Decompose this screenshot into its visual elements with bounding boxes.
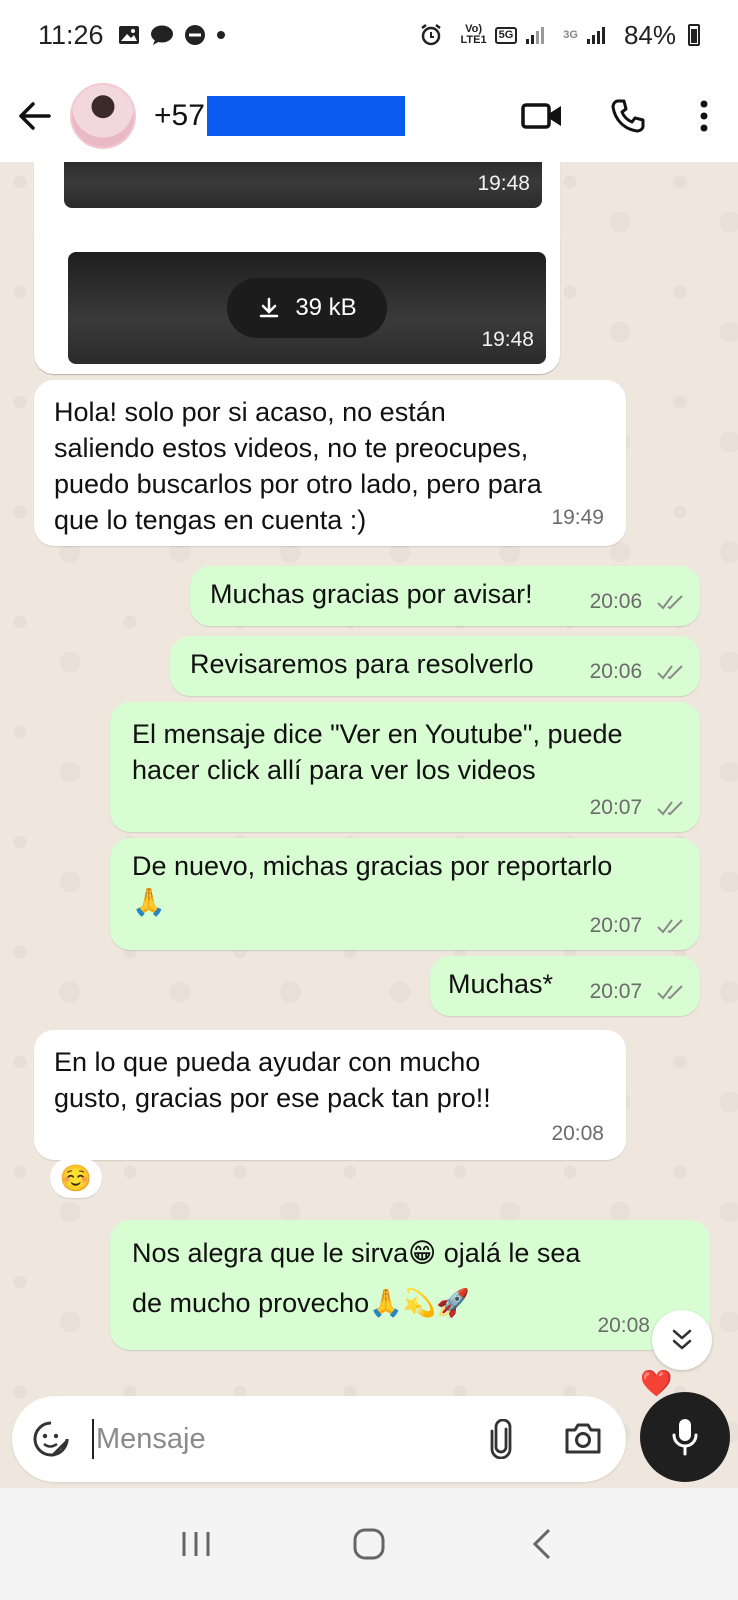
redaction-box — [206, 96, 405, 136]
message-text: Hola! solo por si acaso, no están salien… — [54, 397, 542, 535]
avatar[interactable] — [70, 83, 136, 149]
outgoing-message[interactable]: De nuevo, michas gracias por reportarlo … — [110, 838, 700, 950]
message-time-wrap: 20:06 — [590, 584, 686, 620]
phone-icon[interactable] — [598, 86, 658, 146]
contact-phone-number[interactable]: +57 — [154, 99, 205, 133]
message-input-container[interactable]: Mensaje — [12, 1396, 626, 1482]
status-bar: 11:26 Vo) LTE1 5G 3G 84% — [0, 0, 738, 70]
double-check-icon — [657, 919, 683, 934]
do-not-disturb-icon — [184, 24, 206, 46]
message-text: Revisaremos para resolverlo — [190, 649, 534, 679]
back-arrow-icon[interactable] — [16, 98, 52, 134]
chat-area[interactable]: 19:48 39 kB 19:48 Hola! solo por si acas… — [0, 162, 738, 1488]
message-time-wrap: 20:06 — [590, 654, 686, 690]
battery-icon — [688, 24, 700, 46]
status-time: 11:26 — [38, 19, 104, 50]
outgoing-message[interactable]: Revisaremos para resolverlo 20:06 — [170, 636, 700, 696]
media-message[interactable]: 39 kB 19:48 — [34, 220, 560, 374]
message-input[interactable]: Mensaje — [92, 1419, 206, 1459]
reaction-badge[interactable]: ☺️ — [50, 1158, 102, 1198]
message-time: 20:07 — [589, 796, 643, 819]
chat-bubble-icon — [150, 24, 174, 46]
signal-icon — [525, 25, 545, 45]
message-time: 20:06 — [589, 660, 643, 683]
chat-header: +57 — [0, 70, 738, 162]
back-nav-icon[interactable] — [517, 1519, 567, 1569]
message-text: En lo que pueda ayudar con mucho gusto, … — [54, 1047, 491, 1113]
camera-icon[interactable] — [560, 1416, 606, 1462]
attach-icon[interactable] — [478, 1416, 524, 1462]
home-icon[interactable] — [344, 1519, 394, 1569]
message-time-wrap: 20:07 — [590, 790, 686, 826]
message-time: 20:06 — [589, 590, 643, 613]
message-time: 20:08 — [597, 1314, 650, 1337]
gallery-icon — [118, 24, 140, 46]
video-thumbnail[interactable]: 39 kB 19:48 — [68, 252, 546, 364]
battery-percent: 84% — [623, 19, 676, 50]
double-check-icon — [657, 595, 683, 610]
reaction-emoji: ☺️ — [59, 1162, 93, 1193]
message-text: Muchas* — [448, 969, 554, 999]
volte-label: Vo) LTE1 — [460, 23, 487, 46]
message-text: Nos alegra que le sirva😁 ojalá le sea de… — [132, 1238, 581, 1318]
sticker-icon[interactable] — [30, 1418, 72, 1460]
outgoing-message[interactable]: Muchas* 20:07 — [430, 956, 700, 1016]
message-text: Muchas gracias por avisar! — [210, 579, 533, 609]
message-time: 20:07 — [589, 914, 643, 937]
alarm-icon — [419, 23, 443, 47]
outgoing-message[interactable]: Nos alegra que le sirva😁 ojalá le sea de… — [110, 1220, 710, 1350]
double-check-icon — [657, 665, 683, 680]
double-check-icon — [657, 985, 683, 1000]
status-right: Vo) LTE1 5G 3G 84% — [419, 19, 700, 51]
outgoing-message[interactable]: El mensaje dice "Ver en Youtube", puede … — [110, 702, 700, 832]
incoming-message[interactable]: En lo que pueda ayudar con mucho gusto, … — [34, 1030, 626, 1160]
network-5g-label: 5G — [494, 26, 518, 44]
outgoing-message[interactable]: Muchas gracias por avisar! 20:06 — [190, 566, 700, 626]
download-button[interactable]: 39 kB — [227, 278, 387, 338]
incoming-message[interactable]: Hola! solo por si acaso, no están salien… — [34, 380, 626, 546]
message-time-wrap: 20:07 — [590, 974, 686, 1010]
video-call-icon[interactable] — [512, 86, 572, 146]
file-size: 39 kB — [295, 294, 357, 321]
more-vert-icon[interactable] — [684, 86, 724, 146]
message-time: 19:48 — [481, 328, 534, 351]
scroll-to-bottom-button[interactable] — [652, 1310, 712, 1370]
video-thumbnail[interactable]: 19:48 — [64, 162, 542, 208]
message-time: 19:49 — [551, 506, 604, 529]
double-chevron-down-icon — [672, 1329, 692, 1350]
double-check-icon — [657, 801, 683, 816]
message-time: 20:08 — [551, 1122, 604, 1145]
signal-2-icon — [586, 25, 606, 45]
dot-icon — [216, 30, 226, 40]
composer: Mensaje — [0, 1380, 738, 1488]
message-time: 20:07 — [589, 980, 643, 1003]
message-text: De nuevo, michas gracias por reportarlo … — [132, 851, 613, 917]
network-3g-label: 3G — [563, 28, 578, 41]
microphone-icon — [672, 1419, 698, 1456]
recent-apps-icon[interactable] — [171, 1519, 221, 1569]
header-actions — [512, 86, 738, 146]
message-time-wrap: 20:07 — [590, 908, 686, 944]
microphone-button[interactable] — [640, 1392, 730, 1482]
message-text: El mensaje dice "Ver en Youtube", puede … — [132, 719, 623, 785]
system-nav-bar — [0, 1488, 738, 1600]
message-time: 19:48 — [477, 172, 530, 195]
download-icon — [260, 297, 279, 318]
